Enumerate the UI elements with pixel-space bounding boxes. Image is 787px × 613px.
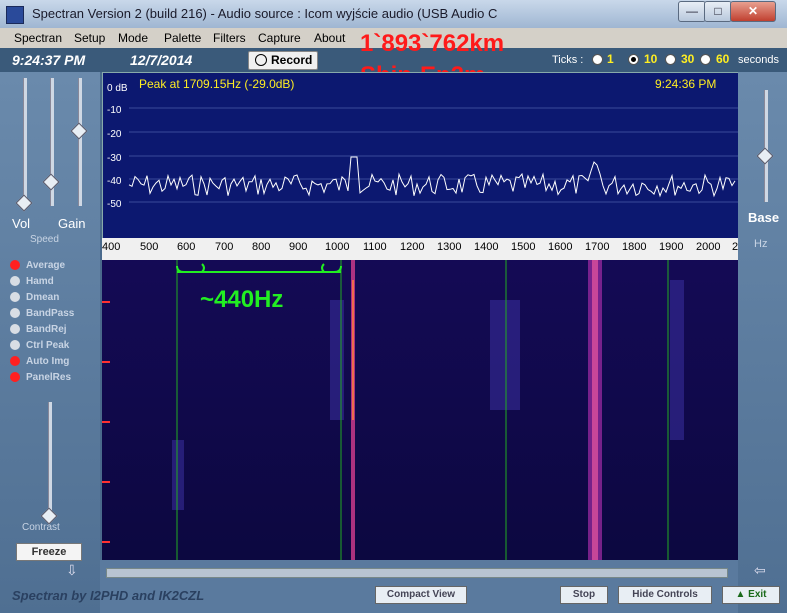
option-led-icon — [10, 372, 20, 383]
band-width-annotation: ~440Hz — [200, 286, 284, 313]
ticks-label: Ticks : — [552, 54, 584, 66]
freq-tick: 800 — [252, 241, 271, 253]
option-panelres[interactable]: PanelRes — [10, 372, 71, 383]
freq-tick: 500 — [140, 241, 159, 253]
stop-button[interactable]: Stop — [560, 586, 608, 604]
hide-controls-button[interactable]: Hide Controls — [618, 586, 712, 604]
waterfall-graphic — [102, 260, 738, 560]
gain-slider-thumb[interactable] — [70, 122, 88, 140]
freeze-button[interactable]: Freeze — [16, 543, 82, 561]
freq-tick: 1100 — [363, 241, 387, 253]
exit-button[interactable]: ▲ Exit — [722, 586, 780, 604]
menu-palette[interactable]: Palette — [164, 31, 201, 45]
scroll-arrow-icon[interactable]: ⇦ — [754, 562, 766, 579]
freq-tick: 1200 — [400, 241, 425, 253]
maximize-button[interactable]: □ — [704, 1, 732, 22]
freq-tick: 600 — [177, 241, 196, 253]
option-dmean[interactable]: Dmean — [10, 292, 59, 303]
spectrum-display: Peak at 1709.15Hz (-29.0dB) 9:24:36 PM 0… — [102, 72, 740, 240]
ticks-radio-10[interactable] — [628, 54, 639, 65]
option-auto-img[interactable]: Auto Img — [10, 356, 69, 367]
option-led-icon — [10, 356, 20, 367]
speed-slider-thumb[interactable] — [42, 173, 60, 191]
menu-setup[interactable]: Setup — [74, 31, 105, 45]
freq-tick: 1700 — [585, 241, 610, 253]
freq-tick: 1900 — [659, 241, 684, 253]
ticks-value-10: 10 — [644, 52, 658, 66]
menu-filters[interactable]: Filters — [213, 31, 246, 45]
option-led-icon — [10, 340, 20, 351]
ticks-value-1: 1 — [607, 52, 614, 66]
menu-mode[interactable]: Mode — [118, 31, 148, 45]
menu-about[interactable]: About — [314, 31, 345, 45]
freq-tick: 1300 — [437, 241, 462, 253]
ticks-value-30: 30 — [681, 52, 695, 66]
freq-tick: 1400 — [474, 241, 499, 253]
record-icon — [255, 54, 267, 66]
current-time: 9:24:37 PM — [12, 52, 86, 68]
contrast-label: Contrast — [22, 522, 60, 533]
spectrum-trace — [128, 107, 739, 203]
freq-tick: 400 — [102, 241, 121, 253]
freq-tick: 900 — [289, 241, 308, 253]
contrast-slider-track[interactable] — [48, 402, 52, 520]
freq-tick: 2000 — [696, 241, 721, 253]
credit-text: Spectran by I2PHD and IK2CZL — [12, 588, 205, 603]
menu-spectran[interactable]: Spectran — [14, 31, 62, 45]
freq-tick: 1500 — [511, 241, 536, 253]
speed-label: Speed — [30, 234, 59, 245]
option-average[interactable]: Average — [10, 260, 65, 271]
window-title: Spectran Version 2 (build 216) - Audio s… — [32, 6, 498, 21]
menu-capture[interactable]: Capture — [258, 31, 301, 45]
base-label: Base — [748, 210, 780, 225]
seconds-label: seconds — [738, 54, 779, 66]
vol-slider-track[interactable] — [23, 78, 27, 206]
left-control-panel: Vol Gain Speed Average Hamd Dmean BandPa… — [0, 72, 100, 613]
option-led-icon — [10, 308, 20, 319]
gain-label: Gain — [58, 216, 86, 231]
vol-label: Vol — [12, 216, 31, 231]
ticks-radio-30[interactable] — [665, 54, 676, 65]
option-ctrl-peak[interactable]: Ctrl Peak — [10, 340, 69, 351]
base-slider-thumb[interactable] — [756, 147, 774, 165]
frequency-axis: 400 500 600 700 800 900 1000 1100 1200 1… — [102, 238, 738, 260]
hz-label: Hz — [754, 238, 768, 250]
waterfall-scrollbar[interactable] — [106, 568, 728, 578]
ticks-radio-60[interactable] — [700, 54, 711, 65]
freq-tick: 1000 — [325, 241, 350, 253]
close-button[interactable]: ✕ — [730, 1, 776, 22]
scroll-left-arrow-icon[interactable]: ⇩ — [66, 562, 78, 579]
compact-view-button[interactable]: Compact View — [375, 586, 467, 604]
waterfall-display — [102, 260, 738, 560]
record-button[interactable]: Record — [248, 51, 318, 70]
app-icon[interactable] — [6, 6, 24, 24]
title-bar: Spectran Version 2 (build 216) - Audio s… — [0, 0, 787, 28]
option-led-icon — [10, 276, 20, 287]
option-hamd[interactable]: Hamd — [10, 276, 54, 287]
distance-annotation: 1`893`762km — [360, 30, 505, 57]
gain-slider-track[interactable] — [78, 78, 82, 206]
current-date: 12/7/2014 — [130, 52, 193, 68]
option-led-icon — [10, 324, 20, 335]
ticks-radio-1[interactable] — [592, 54, 603, 65]
ticks-value-60: 60 — [716, 52, 730, 66]
freq-tick: 2 — [732, 241, 739, 253]
freq-tick: 1600 — [548, 241, 573, 253]
record-label: Record — [271, 53, 313, 67]
option-led-icon — [10, 292, 20, 303]
minimize-button[interactable]: — — [678, 1, 706, 22]
freq-tick: 700 — [215, 241, 234, 253]
freq-tick: 1800 — [622, 241, 647, 253]
right-control-panel: Base Hz ⇦ — [738, 72, 787, 613]
base-slider-track[interactable] — [764, 90, 768, 202]
exit-arrow-icon: ▲ — [735, 589, 746, 600]
option-bandpass[interactable]: BandPass — [10, 308, 74, 319]
vol-slider-thumb[interactable] — [15, 194, 33, 212]
option-bandrej[interactable]: BandRej — [10, 324, 67, 335]
option-led-icon — [10, 260, 20, 271]
